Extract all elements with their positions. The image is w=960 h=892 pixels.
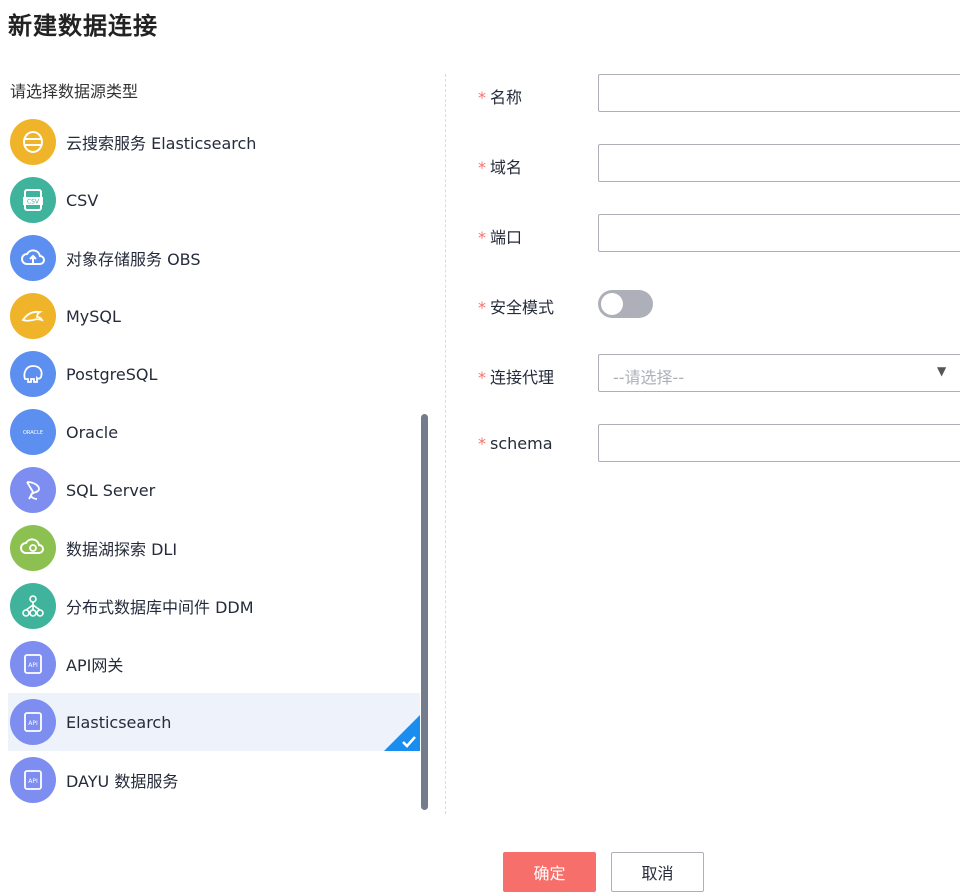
datasource-item[interactable]: API DAYU 数据服务	[8, 751, 420, 809]
datasource-item[interactable]: 云搜索服务 Elasticsearch	[8, 113, 420, 171]
panel-divider	[445, 74, 446, 814]
schema-label: * schema	[478, 434, 553, 453]
datasource-item-label: SQL Server	[66, 480, 156, 500]
datasource-list: 云搜索服务 Elasticsearch CSV CSV 对象存储服务 OBS MySQL…	[8, 113, 420, 809]
datasource-item[interactable]: ORACLE Oracle	[8, 403, 420, 461]
datasource-item-label: Oracle	[66, 422, 119, 442]
toggle-knob	[601, 293, 623, 315]
datasource-panel: 请选择数据源类型 云搜索服务 Elasticsearch CSV CSV 对象存储服务…	[0, 66, 430, 826]
data-lake-icon	[10, 525, 56, 571]
domain-input[interactable]	[598, 144, 960, 182]
oracle-icon: ORACLE	[10, 409, 56, 455]
distributed-db-icon	[10, 583, 56, 629]
datasource-item-label: MySQL	[66, 306, 121, 326]
datasource-item-label: 对象存储服务 OBS	[66, 250, 201, 269]
datasource-item[interactable]: CSV CSV	[8, 171, 420, 229]
caret-down-icon: ▼	[937, 364, 947, 378]
dayu-api-icon: API	[10, 757, 56, 803]
port-input[interactable]	[598, 214, 960, 252]
svg-text:ORACLE: ORACLE	[23, 430, 43, 436]
dialog-title: 新建数据连接	[8, 12, 158, 40]
proxy-label: * 连接代理	[478, 368, 555, 387]
row-port: * 端口	[478, 214, 960, 254]
row-name: * 名称	[478, 74, 960, 114]
proxy-placeholder: --请选择--	[613, 368, 685, 387]
cancel-button[interactable]: 取消	[611, 852, 704, 892]
datasource-item[interactable]: API API网关	[8, 635, 420, 693]
elasticsearch-api-icon: API	[10, 699, 56, 745]
domain-label: * 域名	[478, 158, 523, 177]
row-domain: * 域名	[478, 144, 960, 184]
port-label: * 端口	[478, 228, 523, 247]
required-mark: *	[478, 298, 486, 317]
svg-text:API: API	[28, 778, 38, 785]
datasource-item[interactable]: API Elasticsearch	[8, 693, 420, 751]
sql-server-icon	[10, 467, 56, 513]
required-mark: *	[478, 228, 486, 247]
datasource-item-label: CSV	[66, 190, 99, 210]
required-mark: *	[478, 88, 486, 107]
required-mark: *	[478, 434, 486, 453]
proxy-select[interactable]: --请选择-- ▼	[598, 354, 960, 392]
datasource-subhead: 请选择数据源类型	[10, 82, 139, 101]
datasource-item-label: 数据湖探索 DLI	[66, 540, 178, 559]
name-label: * 名称	[478, 88, 523, 107]
cloud-storage-icon	[10, 235, 56, 281]
datasource-item-label: API网关	[66, 656, 124, 675]
schema-input[interactable]	[598, 424, 960, 462]
row-secure-mode: * 安全模式	[478, 284, 960, 324]
datasource-item-label: PostgreSQL	[66, 364, 158, 384]
datasource-item-label: 分布式数据库中间件 DDM	[66, 598, 254, 617]
datasource-item[interactable]: PostgreSQL	[8, 345, 420, 403]
datasource-item[interactable]: SQL Server	[8, 461, 420, 519]
secure-mode-toggle[interactable]	[598, 290, 653, 318]
datasource-item[interactable]: 对象存储服务 OBS	[8, 229, 420, 287]
csv-file-icon: CSV	[10, 177, 56, 223]
elasticsearch-service-icon	[10, 119, 56, 165]
row-schema: * schema	[478, 424, 960, 464]
datasource-item-label: DAYU 数据服务	[66, 772, 179, 791]
api-gateway-icon: API	[10, 641, 56, 687]
svg-text:CSV: CSV	[27, 199, 40, 206]
datasource-item[interactable]: 数据湖探索 DLI	[8, 519, 420, 577]
datasource-item-label: 云搜索服务 Elasticsearch	[66, 134, 257, 153]
datasource-item-label: Elasticsearch	[66, 712, 172, 732]
datasource-item[interactable]: MySQL	[8, 287, 420, 345]
postgresql-elephant-icon	[10, 351, 56, 397]
svg-text:API: API	[28, 720, 38, 727]
required-mark: *	[478, 158, 486, 177]
datasource-item[interactable]: 分布式数据库中间件 DDM	[8, 577, 420, 635]
confirm-button[interactable]: 确定	[503, 852, 596, 892]
required-mark: *	[478, 368, 486, 387]
row-proxy: * 连接代理 --请选择-- ▼	[478, 354, 960, 394]
list-scrollbar[interactable]	[421, 414, 428, 810]
selected-check-icon	[384, 715, 420, 751]
mysql-dolphin-icon	[10, 293, 56, 339]
name-input[interactable]	[598, 74, 960, 112]
svg-text:API: API	[28, 662, 38, 669]
secure-mode-label: * 安全模式	[478, 298, 555, 317]
